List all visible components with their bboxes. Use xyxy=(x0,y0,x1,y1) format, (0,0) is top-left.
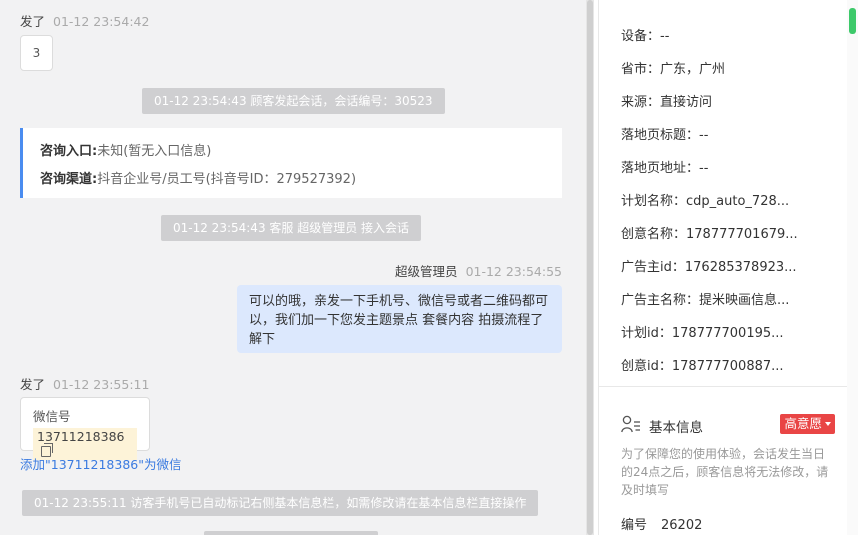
customer-info-panel: 设备：-- 省市：广东，广州 来源：直接访问 落地页标题：-- 落地页地址：--… xyxy=(598,0,858,535)
customer-id-label: 编号 xyxy=(621,518,648,533)
field-landing-title: 落地页标题：-- xyxy=(621,124,708,143)
field-advertiser-name: 广告主名称：提米映画信息... xyxy=(621,289,789,308)
field-value: 178777700887... xyxy=(671,359,784,374)
message-time: 01-12 23:54:42 xyxy=(53,14,150,29)
field-value: 178777701679... xyxy=(686,227,798,242)
field-label: 广告主id： xyxy=(621,260,685,275)
field-label: 创意名称： xyxy=(621,227,687,242)
message-sender: 发了 01-12 23:55:11 xyxy=(20,374,149,393)
wechat-number-text: 13711218386 xyxy=(37,429,125,444)
entry-info-card: 咨询入口:未知(暂无入口信息) 咨询渠道:抖音企业号/员工号(抖音号ID：279… xyxy=(20,128,562,198)
field-label: 落地页地址： xyxy=(621,161,700,176)
add-wechat-link[interactable]: 添加"13711218386"为微信 xyxy=(20,454,181,473)
panel-scrollbar[interactable] xyxy=(847,0,858,535)
system-message: 01-12 23:54:43 顾客发起会话，会话编号：30523 xyxy=(142,88,445,114)
field-value: 178777700195... xyxy=(671,326,784,341)
chat-scrollbar[interactable] xyxy=(586,0,594,535)
field-value: -- xyxy=(699,161,709,176)
message-time: 01-12 23:54:55 xyxy=(465,264,562,279)
chat-scrollbar-thumb[interactable] xyxy=(587,0,593,535)
customer-message-bubble: 3 xyxy=(20,35,53,71)
field-label: 设备： xyxy=(621,29,661,44)
field-value: 176285378923... xyxy=(684,260,797,275)
section-divider xyxy=(599,386,858,387)
chat-area: 发了 01-12 23:54:42 3 01-12 23:54:43 顾客发起会话… xyxy=(0,0,586,535)
field-value: -- xyxy=(660,29,670,44)
field-value: 提米映画信息... xyxy=(699,293,790,308)
field-label: 计划id： xyxy=(621,326,672,341)
message-sender: 发了 01-12 23:54:42 xyxy=(20,11,149,30)
intent-level-dropdown[interactable]: 高意愿 xyxy=(780,414,835,434)
channel-label: 咨询渠道: xyxy=(40,172,98,187)
person-list-icon xyxy=(621,415,640,433)
field-value: 广东，广州 xyxy=(660,62,726,77)
panel-scrollbar-thumb[interactable] xyxy=(849,8,856,34)
wechat-card: 微信号 13711218386 xyxy=(20,397,150,460)
channel-value: 抖音企业号/员工号(抖音号ID：279527392) xyxy=(97,172,357,187)
customer-id-value: 26202 xyxy=(661,518,703,533)
field-label: 计划名称： xyxy=(621,194,687,209)
edit-notice: 为了保障您的使用体验，会话发生当日的24点之后，顾客信息将无法修改，请及时填写 xyxy=(621,447,829,497)
entry-value: 未知(暂无入口信息) xyxy=(97,144,212,159)
sender-name: 发了 xyxy=(20,377,46,392)
field-value: -- xyxy=(699,128,709,143)
field-device: 设备：-- xyxy=(621,25,669,44)
agent-header: 超级管理员 01-12 23:54:55 xyxy=(395,261,562,280)
field-label: 省市： xyxy=(621,62,661,77)
field-advertiser-id: 广告主id：176285378923... xyxy=(621,256,797,275)
intent-level-label: 高意愿 xyxy=(784,416,822,431)
caret-down-icon xyxy=(825,422,831,426)
sender-name: 发了 xyxy=(20,14,46,29)
customer-id-row: 编号 26202 xyxy=(621,514,702,533)
field-value: 直接访问 xyxy=(660,95,713,110)
field-label: 落地页标题： xyxy=(621,128,700,143)
field-value: cdp_auto_728... xyxy=(686,194,790,209)
system-message: 01-12 23:55:11 访客手机号已自动标记右侧基本信息栏，如需修改请在基… xyxy=(22,490,539,516)
field-creative-name: 创意名称：178777701679... xyxy=(621,223,798,242)
system-message-partial xyxy=(204,531,378,535)
basic-info-title: 基本信息 xyxy=(649,420,703,436)
field-region: 省市：广东，广州 xyxy=(621,58,725,77)
field-source: 来源：直接访问 xyxy=(621,91,712,110)
field-label: 广告主名称： xyxy=(621,293,700,308)
field-plan-name: 计划名称：cdp_auto_728... xyxy=(621,190,789,209)
system-message: 01-12 23:54:43 客服 超级管理员 接入会话 xyxy=(161,215,422,241)
field-creative-id: 创意id：178777700887... xyxy=(621,355,784,374)
agent-message-bubble: 可以的哦，亲发一下手机号、微信号或者二维码都可以，我们加一下您发主题景点 套餐内… xyxy=(237,285,562,353)
field-label: 来源： xyxy=(621,95,661,110)
entry-label: 咨询入口: xyxy=(40,144,98,159)
message-time: 01-12 23:55:11 xyxy=(53,377,150,392)
wechat-card-title: 微信号 xyxy=(33,409,71,424)
field-label: 创意id： xyxy=(621,359,672,374)
agent-name: 超级管理员 xyxy=(395,264,458,279)
field-landing-url: 落地页地址：-- xyxy=(621,157,708,176)
field-plan-id: 计划id：178777700195... xyxy=(621,322,784,341)
basic-info-header: 基本信息 高意愿 xyxy=(621,412,835,436)
